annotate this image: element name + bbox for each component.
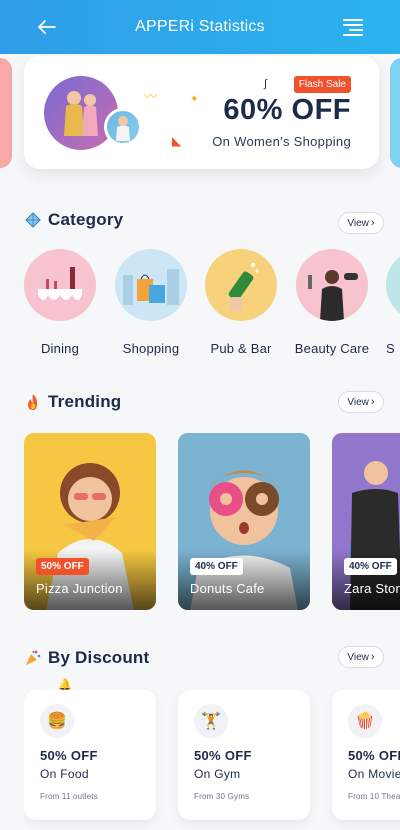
next-banner-peek[interactable] [390,58,400,168]
discount-list: 🍔 50% OFF On Food From 11 outlets 🏋 50% … [24,690,400,830]
category-label: Pub & Bar [210,341,272,356]
category-label: Dining [40,341,80,356]
discount-target: On Movie [348,767,400,781]
sparkle-decoration-icon: ✦ [190,94,199,105]
menu-button[interactable] [342,16,364,38]
back-button[interactable] [36,16,58,38]
discount-source: From 30 Gyms [194,792,250,801]
category-title: Category [48,210,124,229]
popcorn-icon: 🍿 [348,704,382,738]
view-label: View [347,217,369,229]
venue-name: Zara Stor [344,581,400,596]
trending-card-pizza[interactable]: 50% OFF Pizza Junction [24,433,156,610]
discount-card-food[interactable]: 🍔 50% OFF On Food From 11 outlets [24,690,156,820]
category-label: Beauty Care [294,341,370,356]
trending-card-donuts[interactable]: 40% OFF Donuts Cafe [178,433,310,610]
discount-view-button[interactable]: View › [338,646,384,668]
category-item-beauty-care[interactable]: Beauty Care [294,249,370,356]
category-item-dining[interactable]: Dining [24,249,98,356]
discount-target: On Gym [194,767,241,781]
page-title: APPERi Statistics [135,18,265,35]
menu-icon [342,16,363,39]
category-list: Dining Shopping Pub & Bar Beauty Care S [24,249,400,359]
triangle-decoration-icon: ◣ [172,134,182,148]
dining-table-icon [24,249,96,321]
category-section-header: Category View › [24,208,384,234]
discount-source: From 10 Thea [348,792,400,801]
burger-icon: 🍔 [40,704,74,738]
discount-card-movie[interactable]: 🍿 50% OFF On Movie From 10 Thea [332,690,400,820]
hairdryer-icon [296,249,368,321]
flash-sale-tag: Flash Sale [293,76,351,93]
chevron-right-icon: › [370,396,375,408]
app-header: APPERi Statistics [0,0,400,54]
category-label: Shopping [122,341,180,356]
shopper-image [104,108,142,146]
promo-carousel[interactable]: 〰 ✦ ◣ ∫ Flash Sale 60% OFF On Women's Sh… [0,54,400,184]
zigzag-decoration-icon: 〰 [144,89,158,104]
category-label: S [386,341,395,356]
category-item-pub-bar[interactable]: Pub & Bar [203,249,279,356]
view-label: View [347,651,369,663]
trending-section-header: Trending View › [24,390,384,414]
discount-source: From 11 outlets [40,792,98,801]
discount-title: By Discount [48,648,150,667]
trending-card-zara[interactable]: 40% OFF Zara Stor [332,433,400,610]
discount-card-gym[interactable]: 🏋 50% OFF On Gym From 30 Gyms [178,690,310,820]
spa-icon [386,249,400,321]
discount-amount: 50% OFF [194,748,252,763]
discount-badge: 40% OFF [190,558,243,575]
venue-name: Pizza Junction [36,581,123,596]
arrow-left-icon [38,20,56,34]
category-item-spa[interactable]: S [384,249,400,356]
prev-banner-peek[interactable] [0,58,12,168]
category-diamond-icon [24,211,42,229]
chevron-right-icon: › [370,217,375,229]
banner-headline: 60% OFF [223,94,351,126]
party-popper-icon [24,649,42,667]
view-label: View [347,396,369,408]
banner-subline: On Women's Shopping [212,134,351,149]
chevron-right-icon: › [370,651,375,663]
venue-name: Donuts Cafe [190,581,265,596]
trending-title: Trending [48,392,122,411]
discount-section-header: By Discount View › [24,646,384,670]
flash-sale-banner[interactable]: 〰 ✦ ◣ ∫ Flash Sale 60% OFF On Women's Sh… [24,56,379,169]
trending-list: 50% OFF Pizza Junction 40% OFF Donuts Ca… [24,433,400,613]
dumbbell-icon: 🏋 [194,704,228,738]
category-view-button[interactable]: View › [338,212,384,234]
squiggle-decoration-icon: ∫ [264,78,268,90]
discount-badge: 40% OFF [344,558,397,575]
bottle-icon [205,249,277,321]
discount-badge: 50% OFF [36,558,89,575]
discount-amount: 50% OFF [348,748,400,763]
category-item-shopping[interactable]: Shopping [113,249,189,356]
shopping-bags-icon [115,249,187,321]
fire-icon [24,393,42,411]
discount-target: On Food [40,767,89,781]
trending-view-button[interactable]: View › [338,391,384,413]
discount-amount: 50% OFF [40,748,98,763]
